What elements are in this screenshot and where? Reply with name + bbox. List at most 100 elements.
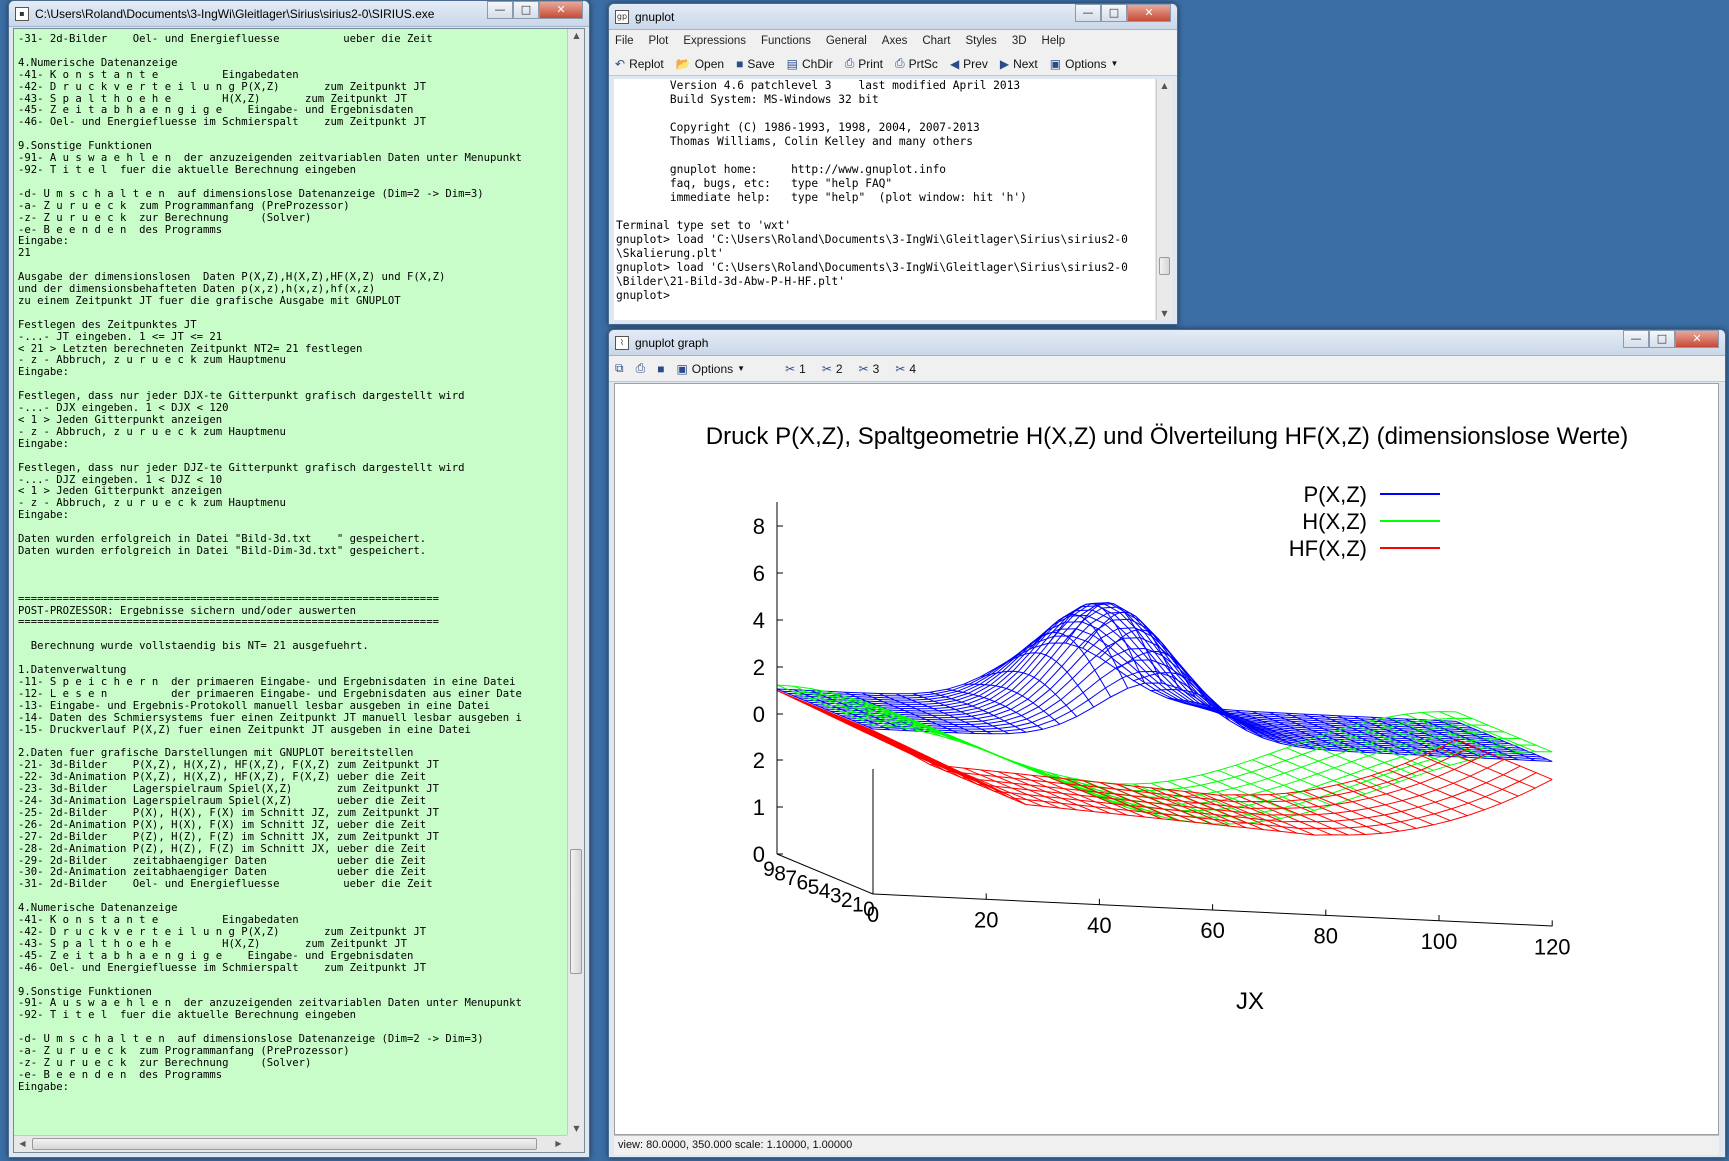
scroll-up-arrow-icon[interactable]: ▲ <box>568 31 585 40</box>
save-button[interactable]: ■ <box>657 362 668 376</box>
scrollbar-thumb[interactable] <box>570 849 582 974</box>
save-button[interactable]: ■ Save <box>736 57 775 71</box>
gnuplot-titlebar[interactable]: gp gnuplot — □ ✕ <box>609 4 1177 30</box>
toggle-icon: ✂ <box>895 361 906 376</box>
chart-legend: P(X,Z)H(X,Z)HF(X,Z) <box>1289 482 1440 561</box>
series-hf-line <box>1065 778 1162 820</box>
gnuplot-console-line: gnuplot home: http://www.gnuplot.info <box>616 163 947 176</box>
series-h-line <box>1235 764 1332 806</box>
menu-chart[interactable]: Chart <box>922 35 950 47</box>
console-vertical-scrollbar[interactable]: ▲ ▼ <box>567 29 584 1135</box>
console-line: - z - Abbruch, z u r u e c k zum Hauptme… <box>18 354 286 367</box>
copy-button[interactable]: ⧉ <box>615 361 628 376</box>
console-line: -92- T i t e l fuer die aktuelle Berechn… <box>18 1009 357 1022</box>
series-hf-line <box>929 764 1026 805</box>
console-line: Eingabe: <box>18 437 70 450</box>
print-button[interactable]: ⎙ Print <box>845 56 883 71</box>
next-button[interactable]: ▶ Next <box>1000 57 1038 71</box>
scroll-right-arrow-icon[interactable]: ▶ <box>550 1139 567 1148</box>
console-line: -41- K o n s t a n t e Eingabedaten <box>18 68 299 81</box>
open-button[interactable]: 📂 Open <box>676 57 724 71</box>
maximize-button[interactable]: □ <box>513 1 539 19</box>
options-button[interactable]: ▣ Options ▼ <box>1050 57 1119 71</box>
maximize-button[interactable]: □ <box>1101 4 1127 22</box>
gnuplot-console-line: gnuplot> load 'C:\Users\Roland\Documents… <box>616 261 1128 274</box>
print-button[interactable]: ⎙ <box>636 361 650 376</box>
console-line: Eingabe: <box>18 366 70 379</box>
series-hf-line <box>1354 780 1451 822</box>
series-p-line <box>1099 629 1197 698</box>
options-icon: ▣ <box>676 361 688 376</box>
gnuplot-graph-window[interactable]: ⌇ gnuplot graph — □ ✕ ⧉ ⎙ ■ ▣ Options ▼ ✂ 1… <box>608 329 1726 1158</box>
console-window[interactable]: ▪ C:\Users\Roland\Documents\3-IngWi\Glei… <box>8 0 590 1158</box>
menu-plot[interactable]: Plot <box>649 35 669 47</box>
gnuplot-vertical-scrollbar[interactable]: ▲ ▼ <box>1156 79 1172 320</box>
console-output[interactable]: -31- 2d-Bilder Oel- und Energiefluesse u… <box>13 28 585 1153</box>
series-p-line <box>997 652 1095 708</box>
toggle-plot-1-button[interactable]: ✂ 1 <box>785 362 806 376</box>
replot-button[interactable]: ↶ Replot <box>615 57 664 71</box>
gnuplot-console-line: Copyright (C) 1986-1993, 1998, 2004, 200… <box>616 121 980 134</box>
gnuplot-window[interactable]: gp gnuplot — □ ✕ File Plot Expressions F… <box>608 3 1178 325</box>
menu-3d[interactable]: 3D <box>1012 35 1027 47</box>
menu-functions[interactable]: Functions <box>761 35 811 47</box>
console-line: Festlegen des Zeitpunktes JT <box>18 318 197 331</box>
console-line: -z- Z u r u e c k zur Berechnung (Solver… <box>18 211 312 224</box>
maximize-button[interactable]: □ <box>1649 330 1675 348</box>
gnuplot-app-icon: gp <box>615 9 629 24</box>
toggle-plot-2-button[interactable]: ✂ 2 <box>822 362 843 376</box>
scroll-down-arrow-icon[interactable]: ▼ <box>1157 309 1172 318</box>
console-line: -15- Druckverlauf P(X,Z) fuer einen Zeit… <box>18 723 471 736</box>
graph-options-button[interactable]: ▣ Options ▼ <box>676 362 745 376</box>
graph-titlebar[interactable]: ⌇ gnuplot graph — □ ✕ <box>609 330 1725 356</box>
y-tick-label: 3 <box>830 885 842 908</box>
scroll-up-arrow-icon[interactable]: ▲ <box>1157 81 1172 90</box>
series-hf-line <box>878 738 976 780</box>
console-horizontal-scrollbar[interactable]: ◀ ▶ <box>14 1135 567 1152</box>
plot-area[interactable]: Druck P(X,Z), Spaltgeometrie H(X,Z) und … <box>614 383 1719 1135</box>
console-line: -92- T i t e l fuer die aktuelle Berechn… <box>18 163 357 176</box>
scroll-down-arrow-icon[interactable]: ▼ <box>568 1124 585 1133</box>
scroll-left-arrow-icon[interactable]: ◀ <box>14 1139 31 1148</box>
z-tick-label: 0 <box>753 702 765 727</box>
legend-label: H(X,Z) <box>1302 509 1367 534</box>
menu-expressions[interactable]: Expressions <box>683 35 746 47</box>
close-button[interactable]: ✕ <box>1675 330 1719 348</box>
console-line: -27- 2d-Bilder P(Z), H(Z), F(Z) im Schni… <box>18 830 439 843</box>
gnuplot-console-line: Version 4.6 patchlevel 3 last modified A… <box>616 79 1021 92</box>
menu-help[interactable]: Help <box>1042 35 1066 47</box>
gnuplot-toolbar: ↶ Replot 📂 Open ■ Save ▤ ChDir ⎙ Print ⎙ PrtSc… <box>609 52 1177 76</box>
console-titlebar[interactable]: ▪ C:\Users\Roland\Documents\3-IngWi\Glei… <box>9 1 589 27</box>
close-button[interactable]: ✕ <box>1127 4 1171 22</box>
series-hf-line <box>1014 772 1111 814</box>
menu-styles[interactable]: Styles <box>965 35 996 47</box>
gnuplot-console-text[interactable]: Version 4.6 patchlevel 3 last modified A… <box>614 79 1155 320</box>
menu-axes[interactable]: Axes <box>882 35 908 47</box>
gnuplot-console-line: \Bilder\21-Bild-3d-Abw-P-H-HF.plt' <box>616 275 846 288</box>
chdir-button[interactable]: ▤ ChDir <box>787 57 833 71</box>
prtsc-button[interactable]: ⎙ PrtSc <box>895 56 938 71</box>
toggle-plot-3-button[interactable]: ✂ 3 <box>859 362 880 376</box>
gnuplot-console-line <box>616 149 1155 163</box>
scrollbar-thumb[interactable] <box>32 1138 537 1150</box>
prev-button[interactable]: ◀ Prev <box>950 57 988 71</box>
console-line: -e- B e e n d e n des Programms <box>18 1068 223 1081</box>
console-line: Eingabe: <box>18 235 70 248</box>
minimize-button[interactable]: — <box>1075 4 1101 22</box>
gnuplot-console-line: faq, bugs, etc: type "help FAQ" <box>616 177 893 190</box>
scrollbar-thumb[interactable] <box>1159 257 1170 275</box>
close-button[interactable]: ✕ <box>539 1 583 19</box>
minimize-button[interactable]: — <box>1623 330 1649 348</box>
legend-label: HF(X,Z) <box>1289 536 1367 561</box>
toggle-plot-4-button[interactable]: ✂ 4 <box>895 362 916 376</box>
series-hf-line <box>1320 787 1417 829</box>
console-line: -14- Daten des Schmiersystems fuer einen… <box>18 711 522 724</box>
series-hf-line <box>1303 790 1400 832</box>
minimize-button[interactable]: — <box>487 1 513 19</box>
menu-file[interactable]: File <box>615 35 634 47</box>
options-icon: ▣ <box>1049 56 1062 71</box>
menu-general[interactable]: General <box>826 35 867 47</box>
